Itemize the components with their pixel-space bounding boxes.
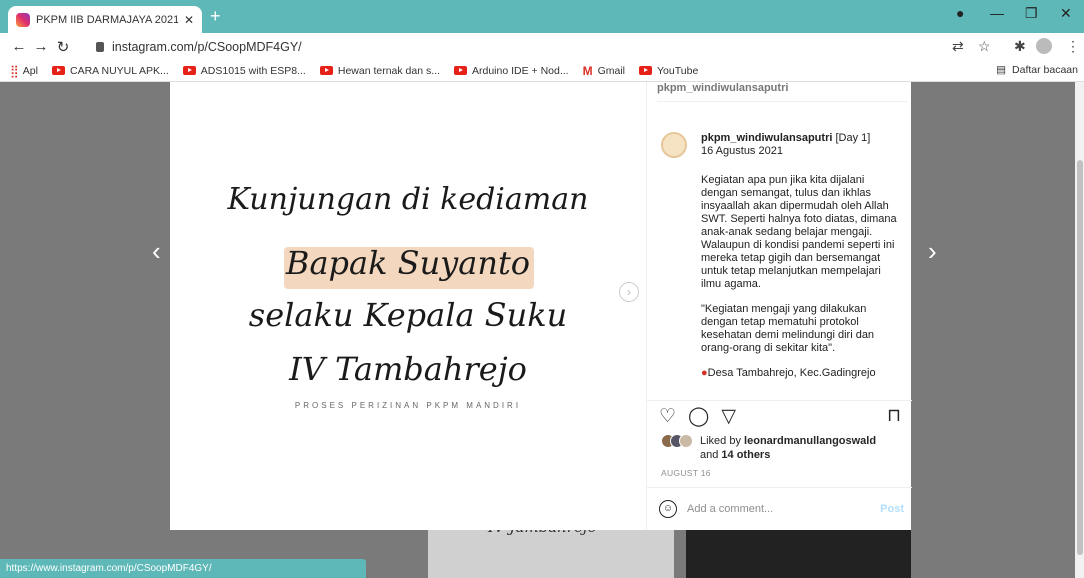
lock-icon [96,42,104,52]
pin-icon: ● [701,367,708,379]
status-bar: https://www.instagram.com/p/CSoopMDF4GY/ [0,559,366,578]
back-icon[interactable]: ← [8,38,30,55]
apps-grid-icon: ⣿ [10,63,19,78]
post-actions: ♡ ◯ ▽ [659,405,736,428]
image-line-2: Bapak Suyanto [285,244,531,282]
forward-icon[interactable]: → [30,38,52,55]
caption-paragraph-2: "Kegiatan mengaji yang dilakukan dengan … [701,303,875,354]
caption-username[interactable]: pkpm_windiwulansaputri [701,132,832,144]
youtube-icon [639,66,653,75]
youtube-icon [182,66,196,75]
post-date[interactable]: AUGUST 16 [661,468,711,478]
profile-avatar[interactable] [1036,38,1052,54]
likes-summary: Liked by leonardmanullangoswald and 14 o… [661,434,876,462]
liker-username[interactable]: leonardmanullangoswald [744,435,876,447]
gmail-icon: M [582,63,593,78]
image-line-1: Kunjungan di kediaman [227,182,589,217]
bookmark-gmail[interactable]: M Gmail [583,64,625,78]
emoji-icon[interactable]: ☺ [659,500,677,518]
reading-list-icon: ▤ [996,64,1007,76]
restore-icon[interactable]: ❐ [1025,5,1038,22]
new-tab-icon[interactable]: + [210,7,221,25]
next-post-icon[interactable]: › [928,236,937,267]
url-text: instagram.com/p/CSoopMDF4GY/ [112,40,302,54]
comment-icon[interactable]: ◯ [688,405,709,428]
browser-tabstrip: PKPM IIB DARMAJAYA 2021 (@pl ✕ + ● — ❐ ✕ [0,0,1084,33]
bookmark-apps[interactable]: ⣿ Apl [10,64,38,78]
address-bar: ← → ↻ instagram.com/p/CSoopMDF4GY/ ⇄ ☆ ✱… [0,33,1084,60]
caption-paragraph-3: ●Desa Tambahrejo, Kec.Gadingrejo [701,367,876,379]
translate-icon[interactable]: ⇄ [952,38,964,55]
liker-avatars[interactable] [661,434,693,462]
image-subtitle: PROSES PERIZINAN PKPM MANDIRI [294,401,522,410]
close-tab-icon[interactable]: ✕ [184,13,194,27]
close-window-icon[interactable]: ✕ [1060,5,1072,22]
caption-scroll-area[interactable]: pkpm_windiwulansaputri [Day 1] 16 Agustus… [647,82,912,400]
url-field[interactable]: instagram.com/p/CSoopMDF4GY/ [96,36,942,58]
bookmarks-bar: ⣿ Apl CARA NUYUL APK... ADS1015 with ESP8… [0,60,1084,82]
divider [647,487,912,488]
save-bookmark-icon[interactable]: ⊓ [887,405,901,426]
extensions-icon[interactable]: ✱ [1014,38,1026,55]
browser-tab[interactable]: PKPM IIB DARMAJAYA 2021 (@pl ✕ [8,6,202,33]
image-line-4: IV Tambahrejo [289,350,527,388]
user-avatar[interactable] [661,132,687,158]
profile-dot-icon[interactable]: ● [956,5,964,21]
previous-post-icon[interactable]: ‹ [152,236,161,267]
youtube-icon [319,66,333,75]
bookmark-item[interactable]: CARA NUYUL APK... [51,65,169,77]
minimize-icon[interactable]: — [990,5,1004,21]
youtube-icon [454,66,467,75]
post-sidebar: pkpm_windiwulansaputri pkpm_windiwulansa… [646,82,912,530]
others-link[interactable]: 14 others [721,449,770,461]
post-comment-button[interactable]: Post [880,503,904,515]
comment-row: ☺ Add a comment... Post [659,500,904,518]
bookmark-star-icon[interactable]: ☆ [978,38,991,55]
bookmark-youtube[interactable]: YouTube [639,65,698,77]
menu-icon[interactable]: ⋮ [1066,38,1080,55]
caption-paragraph-1: Kegiatan apa pun jika kita dijalani deng… [701,174,897,290]
divider [647,400,912,401]
caption: pkpm_windiwulansaputri [Day 1] 16 Agustus… [701,132,901,392]
image-line-3: selaku Kepala Suku [248,296,568,334]
reading-list[interactable]: ▤ Daftar bacaan [996,64,1078,76]
liker-avatar [679,434,693,448]
share-icon[interactable]: ▽ [721,405,736,428]
scrollbar-thumb[interactable] [1077,160,1083,555]
post-image[interactable]: Kunjungan di kediaman Bapak Suyanto sela… [170,82,646,530]
bookmark-item[interactable]: Hewan ternak dan s... [319,65,440,77]
instagram-favicon-icon [16,12,30,27]
next-image-icon[interactable]: › [619,282,639,302]
bookmark-item[interactable]: Arduino IDE + Nod... [454,65,569,77]
comment-input[interactable]: Add a comment... [687,503,773,515]
like-heart-icon[interactable]: ♡ [659,405,676,428]
reload-icon[interactable]: ↻ [52,38,74,56]
tab-title: PKPM IIB DARMAJAYA 2021 (@pl [36,13,178,26]
youtube-icon [51,66,65,75]
bookmark-item[interactable]: ADS1015 with ESP8... [182,65,306,77]
